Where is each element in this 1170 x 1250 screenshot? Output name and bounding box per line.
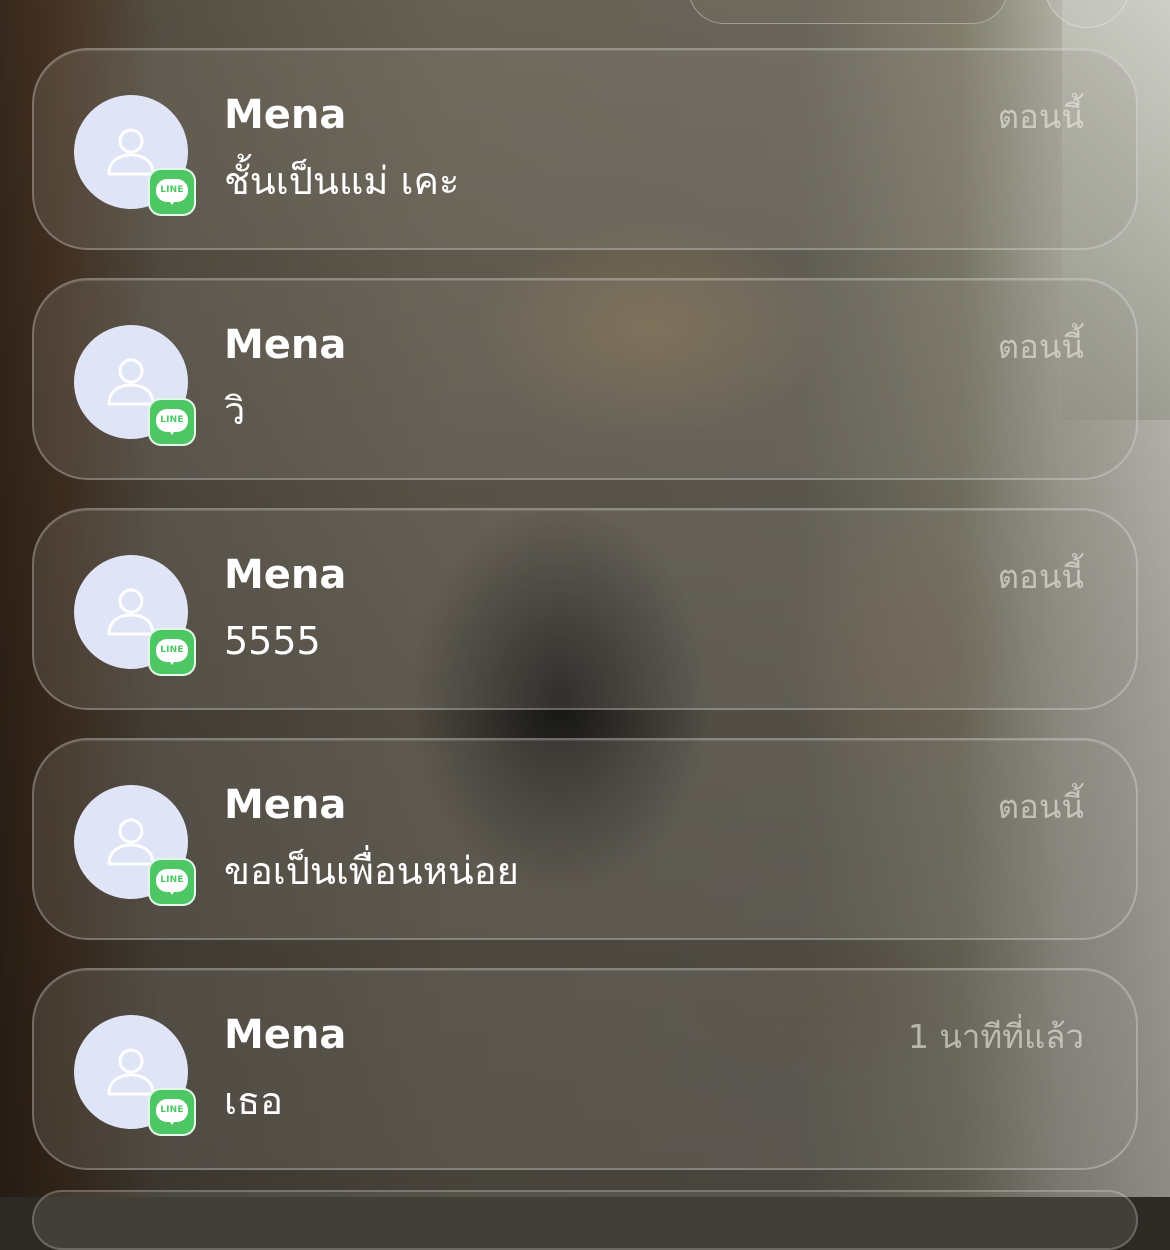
person-placeholder-icon [107,818,155,866]
app-badge-label: LINE [160,1105,184,1115]
notification-time: ตอนนี้ [997,557,1084,596]
line-app-icon: LINE [148,628,196,676]
person-placeholder-icon [107,1048,155,1096]
person-placeholder-icon [107,128,155,176]
notification-sender: Mena [224,92,347,138]
notification-card[interactable]: LINE Mena ชั้นเป็นแม่ เคะ ตอนนี้ [32,48,1138,250]
app-badge-label: LINE [160,645,184,655]
line-app-icon: LINE [148,168,196,216]
line-app-icon: LINE [148,398,196,446]
notification-time: ตอนนี้ [997,787,1084,826]
notification-sender: Mena [224,782,347,828]
notification-card[interactable]: LINE Mena วิ ตอนนี้ [32,278,1138,480]
notification-message: 5555 [224,619,321,663]
person-placeholder-icon [107,588,155,636]
notification-sender: Mena [224,322,347,368]
notification-message: วิ [224,389,246,433]
notification-time: ตอนนี้ [997,327,1084,366]
notification-card[interactable]: LINE Mena ขอเป็นเพื่อนหน่อย ตอนนี้ [32,738,1138,940]
next-notification-peek[interactable] [32,1190,1138,1250]
notification-card[interactable]: LINE Mena 5555 ตอนนี้ [32,508,1138,710]
notification-sender: Mena [224,1012,347,1058]
notification-message: เธอ [224,1079,284,1123]
line-app-icon: LINE [148,1088,196,1136]
notification-time: 1 นาทีที่แล้ว [907,1017,1084,1056]
notification-card[interactable]: LINE Mena เธอ 1 นาทีที่แล้ว [32,968,1138,1170]
notification-message: ขอเป็นเพื่อนหน่อย [224,849,519,893]
notification-message: ชั้นเป็นแม่ เคะ [224,159,460,203]
line-app-icon: LINE [148,858,196,906]
notification-time: ตอนนี้ [997,97,1084,136]
person-placeholder-icon [107,358,155,406]
app-badge-label: LINE [160,415,184,425]
notification-sender: Mena [224,552,347,598]
app-badge-label: LINE [160,185,184,195]
notification-list: LINE Mena ชั้นเป็นแม่ เคะ ตอนนี้ LINE Me… [0,0,1170,1197]
app-badge-label: LINE [160,875,184,885]
